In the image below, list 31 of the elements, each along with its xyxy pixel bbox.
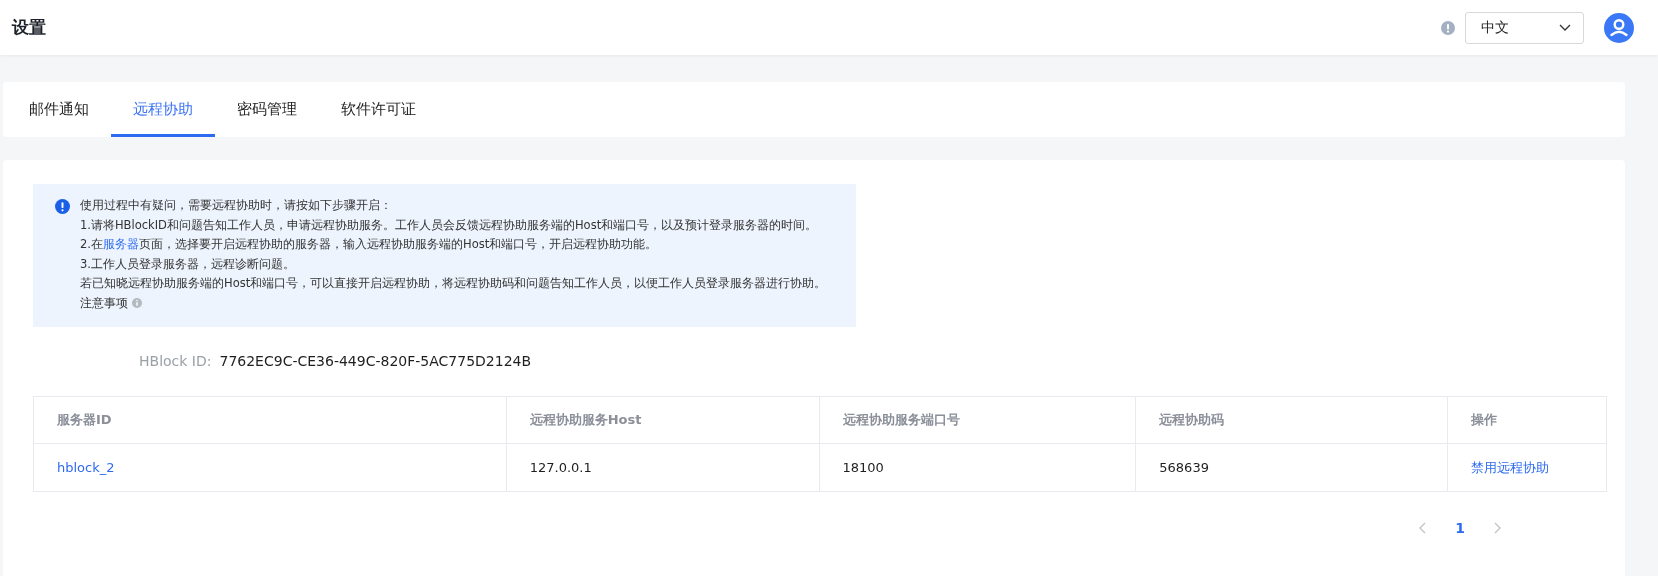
hblock-id-label: HBlock ID: [139,353,212,369]
table-cell: 18100 [819,444,1137,491]
tab[interactable]: 邮件通知 [7,82,111,137]
exclamation-icon [55,199,70,214]
tab[interactable]: 远程协助 [111,82,215,137]
column-header: 远程协助服务Host [506,397,820,444]
column-header: 服务器ID [34,397,507,444]
tab[interactable]: 密码管理 [215,82,319,137]
column-header: 远程协助码 [1136,397,1449,444]
table-cell: 127.0.0.1 [506,444,820,491]
tab[interactable]: 软件许可证 [319,82,438,137]
user-avatar-icon[interactable] [1604,12,1634,43]
info-icon[interactable] [132,298,142,309]
alert-text: 若已知晓远程协助服务端的Host和端口号，可以直接开启远程协助，将远程协助码和问题告知工作人员，以便工作人员登录服务器进行协助。 [80,275,827,292]
page-title: 设置 [12,16,46,39]
alert-text: 使用过程中有疑问，需要远程协助时，请按如下步骤开启： [80,197,393,214]
column-header: 远程协助服务端口号 [819,397,1137,444]
hblock-id-value: 7762EC9C-CE36-449C-820F-5AC775D2124B [219,353,532,369]
server-id-link[interactable]: hblock_2 [34,444,507,491]
language-select[interactable]: 中文 [1465,11,1584,44]
column-header: 操作 [1448,397,1606,444]
servers-link[interactable]: 服务器 [103,237,139,251]
table-cell: 568639 [1136,444,1449,491]
info-icon[interactable] [1441,20,1455,35]
chevron-down-icon [1559,23,1571,32]
alert-text: 2.在服务器页面，选择要开启远程协助的服务器，输入远程协助服务端的Host和端口号，开启远程协助功能。 [80,236,659,253]
alert-text: 1.请将HBlockID和问题告知工作人员，申请远程协助服务。工作人员会反馈远程协助服务端的Host和端口号，以及预计登录服务器的时间。 [80,216,819,234]
page-number[interactable]: 1 [1455,520,1465,536]
notes-label: 注意事项 [80,294,128,312]
alert-text: 3.工作人员登录服务器，远程诊断问题。 [80,255,296,273]
disable-assist-link[interactable]: 禁用远程协助 [1448,444,1606,491]
